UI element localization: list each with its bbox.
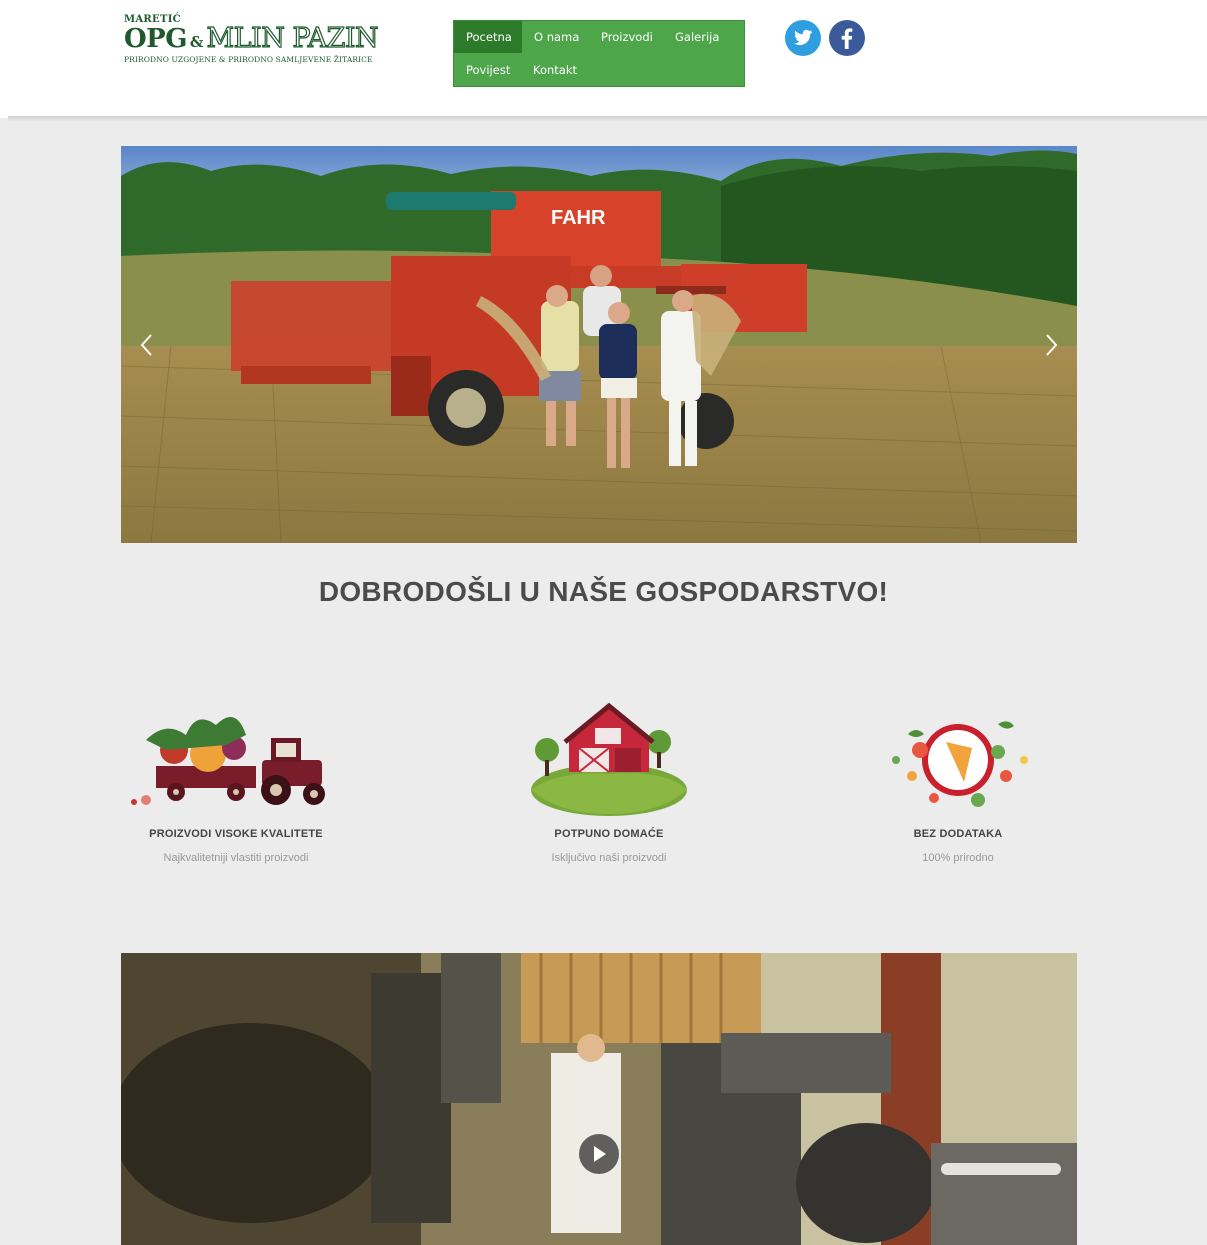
welcome-heading: DOBRODOŠLI U NAŠE GOSPODARSTVO! [318,576,889,607]
video-player[interactable] [121,953,1077,1245]
feature-quality: PROIZVODI VISOKE KVALITETE Najkvalitetni… [126,690,346,864]
feature-desc: 100% prirodno [922,852,994,864]
logo-amp: & [189,33,204,51]
nav-item-kontakt[interactable]: Kontakt [521,54,589,86]
nav-item-pocetna[interactable]: Pocetna [454,21,522,53]
feature-title: POTPUNO DOMAĆE [554,828,664,840]
feature-title: PROIZVODI VISOKE KVALITETE [149,828,323,840]
nav-item-povijest[interactable]: Povijest [454,54,522,86]
page: MARETIĆ OPG & MLIN PAZIN PRIRODNO UZGOJE… [0,0,1207,1245]
video-thumbnail [121,953,1077,1245]
site-logo[interactable]: MARETIĆ OPG & MLIN PAZIN PRIRODNO UZGOJE… [124,14,414,70]
nav-item-proizvodi[interactable]: Proizvodi [589,21,665,53]
header-divider [8,116,1207,122]
play-button[interactable] [579,1134,619,1174]
nav-item-galerija[interactable]: Galerija [663,21,731,53]
main-nav: Pocetna O nama Proizvodi Galerija Povije… [453,20,745,87]
feature-title: BEZ DODATAKA [913,828,1003,840]
hero-slider[interactable]: FAHR [121,146,1077,543]
facebook-icon[interactable] [829,20,865,56]
nav-item-o-nama[interactable]: O nama [522,21,591,53]
feature-desc: Najkvalitetniji vlastiti proizvodi [163,852,309,864]
twitter-icon[interactable] [785,20,821,56]
barn-icon [499,690,719,818]
feature-desc: Isključivo naši proizvodi [551,852,667,864]
feature-homemade: POTPUNO DOMAĆE Isključivo naši proizvodi [499,690,719,864]
logo-subtitle: PRIRODNO UZGOJENE & PRIRODNO SAMLJEVENE … [124,55,373,64]
feature-no-additives: BEZ DODATAKA 100% prirodno [848,690,1068,864]
fahr-text: FAHR [551,207,606,229]
slider-next-button[interactable] [1039,332,1061,358]
logo-mlin-pazin: MLIN PAZIN [206,23,379,54]
chevron-right-icon [1046,334,1058,356]
tractor-icon [126,690,346,818]
plate-icon [848,690,1068,818]
slider-prev-button[interactable] [137,332,159,358]
play-icon [594,1146,606,1162]
hero-image: FAHR [121,146,1077,543]
logo-opg: OPG [124,24,187,54]
chevron-left-icon [140,334,152,356]
